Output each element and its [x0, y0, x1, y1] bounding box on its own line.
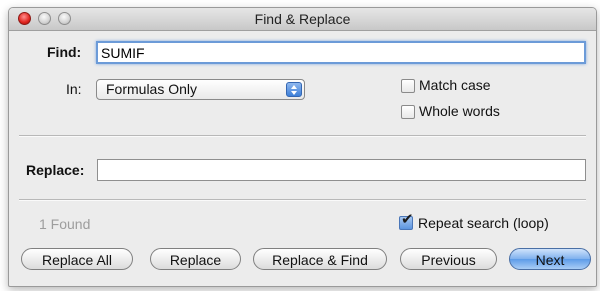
replace-label: Replace: — [26, 162, 85, 178]
found-count-status: 1 Found — [39, 216, 91, 232]
find-replace-dialog: Find & Replace Find: In: Formulas Only M… — [8, 7, 597, 287]
whole-words-checkbox[interactable] — [401, 105, 415, 119]
replace-and-find-button[interactable]: Replace & Find — [253, 248, 387, 270]
find-label: Find: — [47, 44, 82, 60]
search-scope-select[interactable]: Formulas Only — [96, 79, 305, 100]
replace-all-button[interactable]: Replace All — [21, 248, 133, 270]
in-label: In: — [66, 81, 82, 97]
title-bar[interactable]: Find & Replace — [9, 8, 596, 31]
repeat-search-checkbox[interactable]: ✔ — [399, 212, 414, 230]
next-button[interactable]: Next — [509, 248, 591, 270]
divider — [19, 199, 586, 201]
checkmark-icon: ✔ — [401, 211, 414, 228]
match-case-checkbox[interactable] — [401, 79, 415, 93]
replace-input[interactable] — [97, 159, 586, 181]
replace-button[interactable]: Replace — [150, 248, 241, 270]
window-title: Find & Replace — [254, 11, 351, 27]
select-stepper-icon — [286, 82, 302, 97]
find-input[interactable] — [96, 41, 586, 64]
search-scope-value: Formulas Only — [106, 81, 198, 97]
previous-button[interactable]: Previous — [400, 248, 497, 270]
match-case-label: Match case — [419, 77, 491, 93]
repeat-search-label: Repeat search (loop) — [418, 215, 549, 231]
divider — [19, 135, 586, 137]
whole-words-label: Whole words — [419, 103, 500, 119]
